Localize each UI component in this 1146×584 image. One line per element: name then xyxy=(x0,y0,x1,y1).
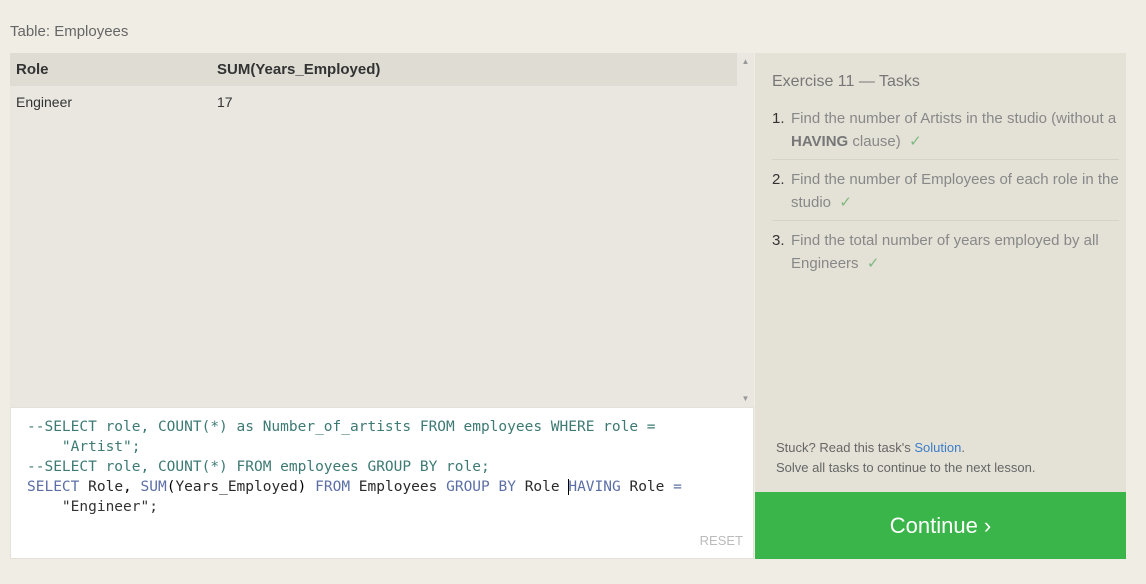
column-header-sum: SUM(Years_Employed) xyxy=(211,53,737,86)
code-line: "Engineer"; xyxy=(27,499,158,515)
header-row: Role SUM(Years_Employed) xyxy=(10,53,737,86)
reset-button[interactable]: RESET xyxy=(700,533,743,548)
table-title: Table: Employees xyxy=(10,23,129,40)
tasks-panel: Exercise 11 — Tasks 1. Find the number o… xyxy=(755,53,1126,492)
task-number: 3. xyxy=(772,232,785,249)
code-line: "Artist"; xyxy=(27,439,141,455)
results-table: Role SUM(Years_Employed) Engineer 17 xyxy=(10,53,737,118)
code-line: --SELECT role, COUNT(*) FROM employees G… xyxy=(27,459,490,475)
table-cell: 17 xyxy=(217,94,233,110)
task-text: Find the number of Employees of each rol… xyxy=(791,171,1119,211)
scroll-up-arrow-icon[interactable]: ▲ xyxy=(737,57,754,66)
stuck-hint: Stuck? Read this task's Solution. Solve … xyxy=(776,440,1036,475)
task-item: 1. Find the number of Artists in the stu… xyxy=(772,107,1119,160)
scroll-down-arrow-icon[interactable]: ▼ xyxy=(737,394,754,403)
task-number: 2. xyxy=(772,171,785,188)
task-list: 1. Find the number of Artists in the stu… xyxy=(772,107,1119,289)
task-number: 1. xyxy=(772,110,785,127)
exercise-title: Exercise 11 — Tasks xyxy=(772,73,920,90)
solve-all-text: Solve all tasks to continue to the next … xyxy=(776,460,1036,475)
table-cell: Engineer xyxy=(16,94,73,110)
check-icon: ✓ xyxy=(866,255,880,272)
continue-button[interactable]: Continue › xyxy=(755,492,1126,559)
check-icon: ✓ xyxy=(839,194,852,211)
check-icon: ✓ xyxy=(909,133,922,150)
table-row: Engineer 17 xyxy=(10,86,737,118)
task-text: Find the number of Artists in the studio… xyxy=(791,110,1117,150)
task-item: 3. Find the total number of years employ… xyxy=(772,229,1119,281)
column-header-role: Role xyxy=(10,53,211,86)
code-line: --SELECT role, COUNT(*) as Number_of_art… xyxy=(27,419,656,435)
code-area[interactable]: --SELECT role, COUNT(*) as Number_of_art… xyxy=(27,417,682,517)
results-panel: Role SUM(Years_Employed) Engineer 17 ▲ ▼ xyxy=(10,53,754,407)
sql-editor[interactable]: --SELECT role, COUNT(*) as Number_of_art… xyxy=(10,407,754,559)
task-text: Find the total number of years employed … xyxy=(791,232,1099,272)
task-item: 2. Find the number of Employees of each … xyxy=(772,168,1119,221)
results-scrollbar[interactable]: ▲ ▼ xyxy=(737,53,754,407)
code-line-active: SELECT Role, SUM(Years_Employed) FROM Em… xyxy=(27,479,682,495)
solution-link[interactable]: Solution xyxy=(914,440,961,455)
